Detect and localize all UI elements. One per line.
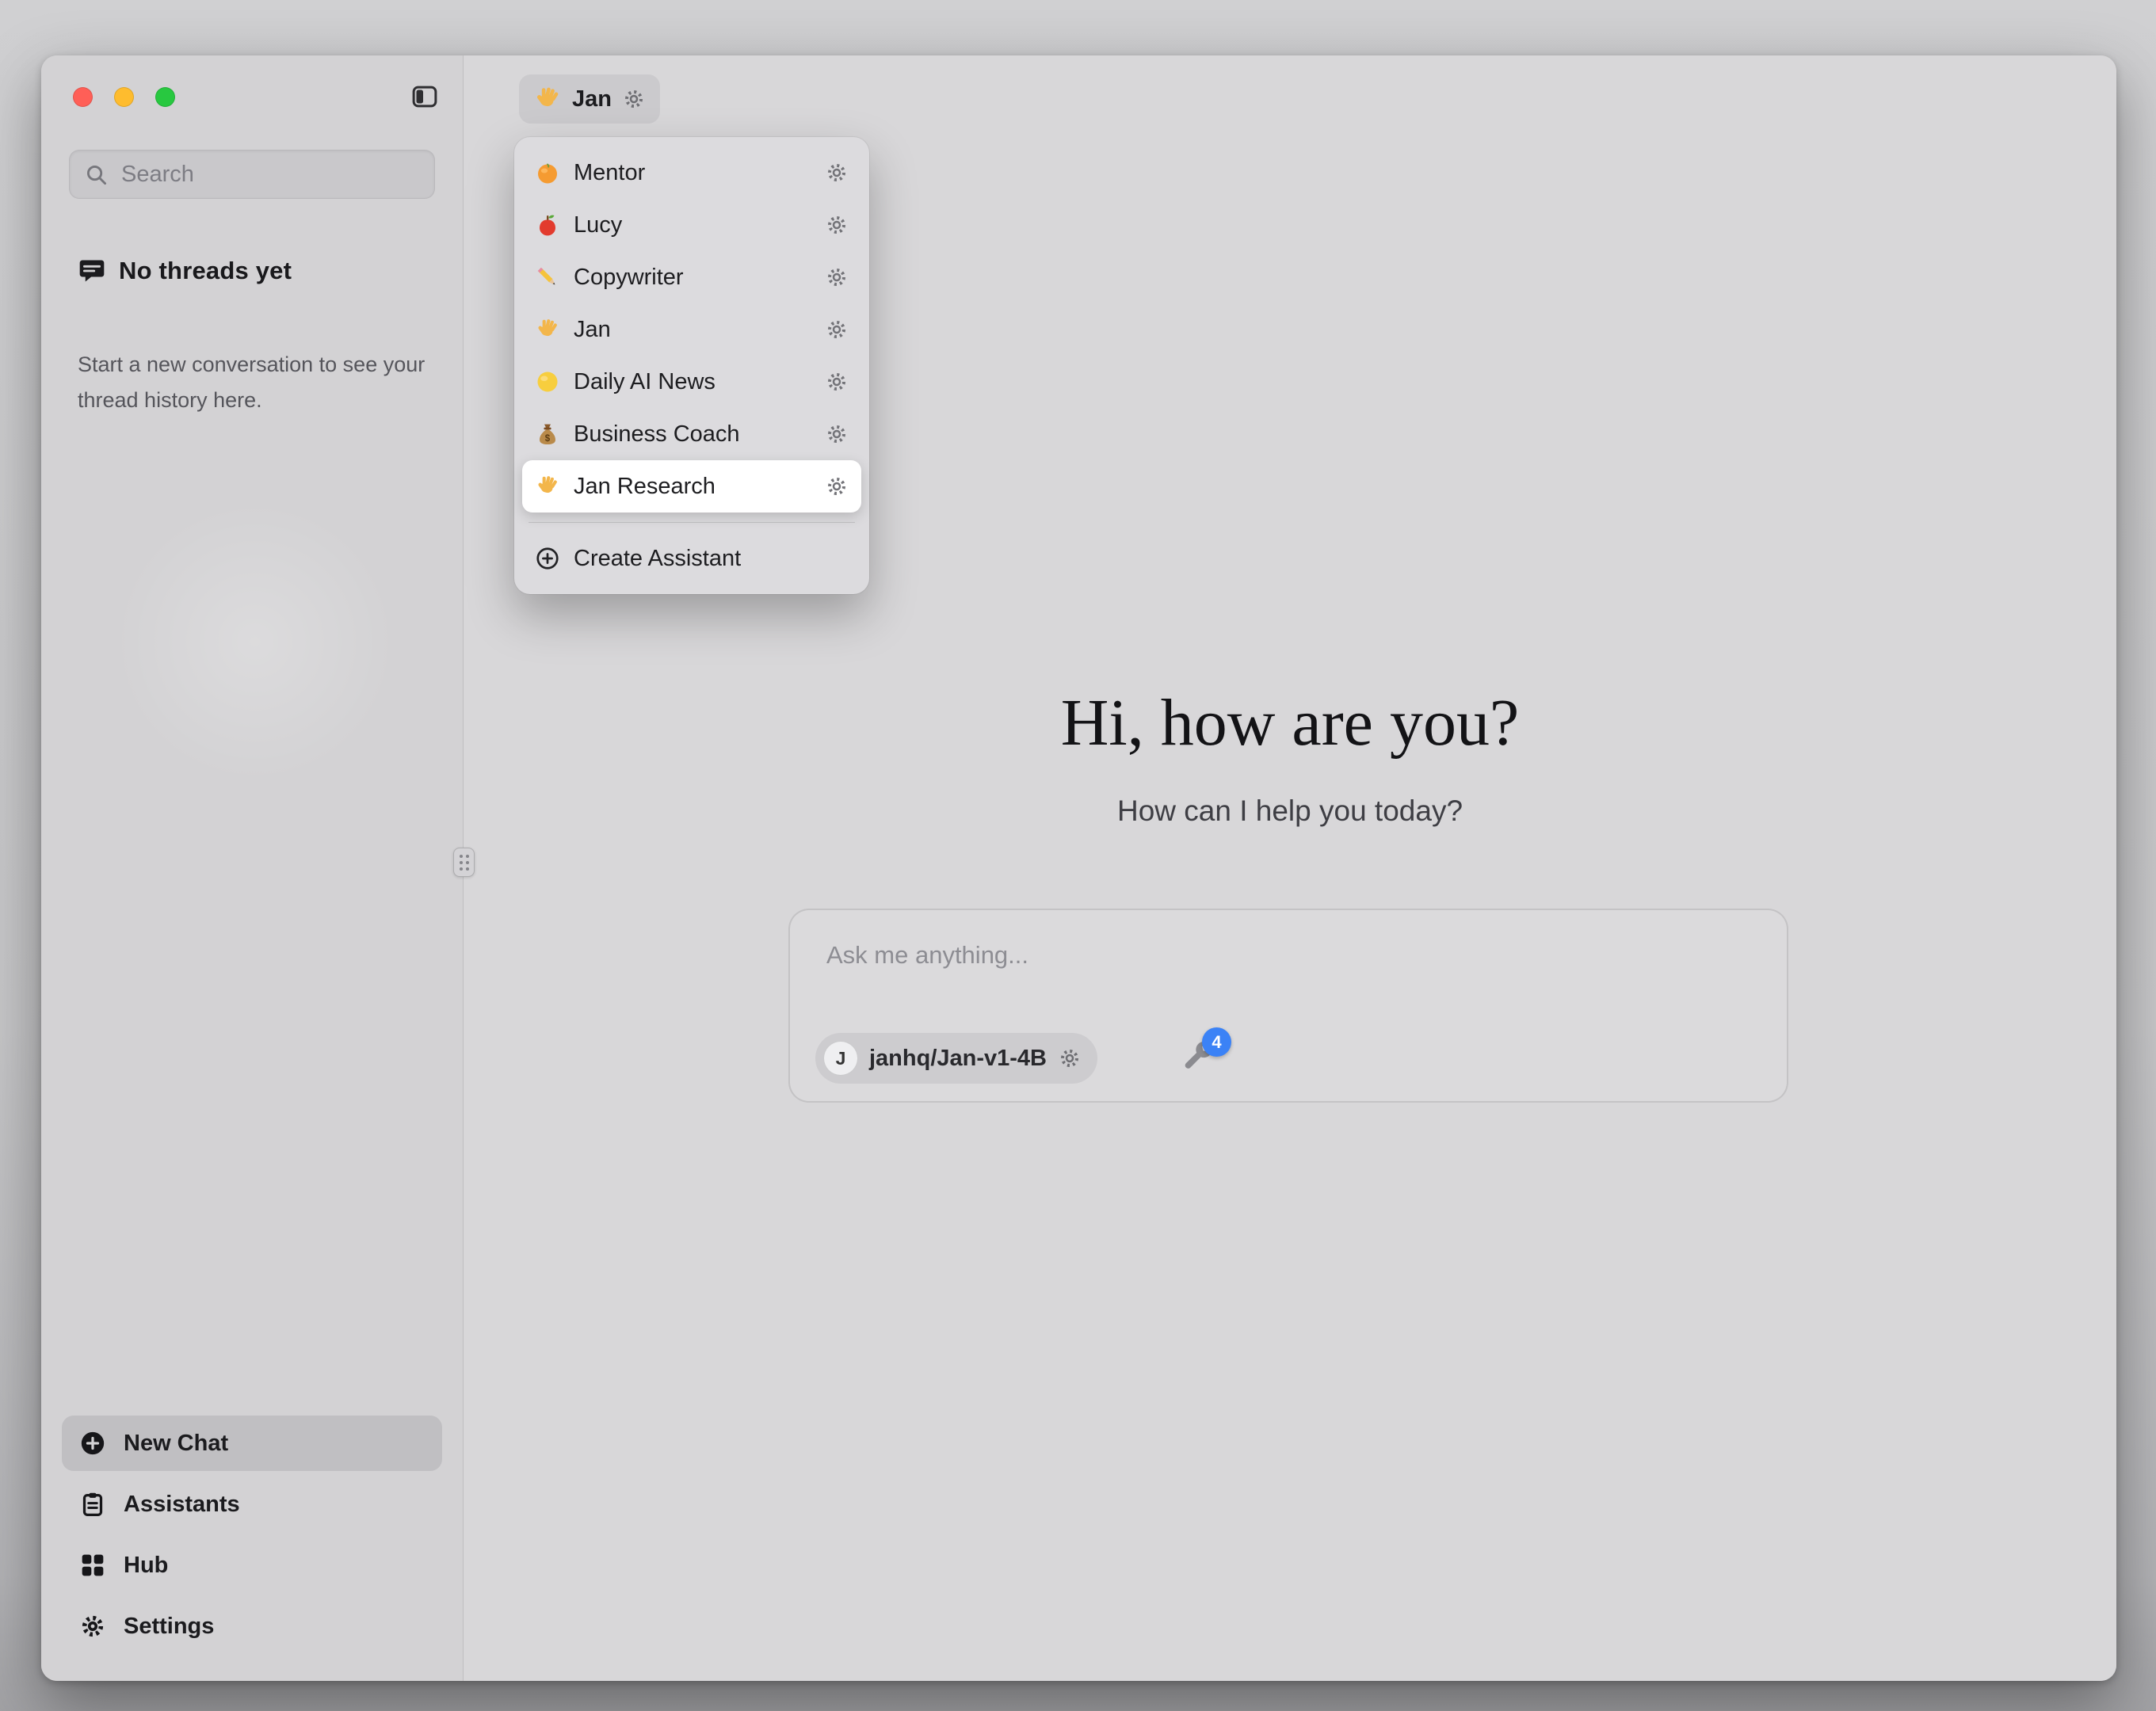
sidebar-toggle-icon [409,83,441,110]
plus-circle-outline-icon [535,546,560,571]
menu-item-label: Business Coach [574,421,811,448]
tools-count-badge: 4 [1202,1027,1231,1057]
menu-item-label: Daily AI News [574,369,811,395]
app-window: No threads yet Start a new conversation … [41,55,2116,1681]
orange-circle-icon [535,160,560,185]
hub-grid-icon [79,1552,106,1579]
empty-threads-title: No threads yet [119,257,292,285]
close-window-button[interactable] [73,87,93,107]
gear-icon[interactable] [825,318,849,341]
chat-composer[interactable]: J janhq/Jan-v1-4B 4 [788,909,1788,1103]
search-icon [84,162,109,187]
red-apple-icon [535,212,560,238]
model-selector-button[interactable]: J janhq/Jan-v1-4B [815,1033,1097,1084]
menu-item-label: Jan [574,317,811,343]
menu-item-label: Copywriter [574,265,811,291]
money-bag-icon [535,421,560,447]
greeting: Hi, how are you? How can I help you toda… [464,688,2116,828]
grip-dots-icon [460,855,469,871]
create-assistant-label: Create Assistant [574,546,741,572]
sidebar-resize-handle[interactable] [453,848,475,877]
window-controls [73,87,175,107]
menu-item-business-coach[interactable]: Business Coach [522,408,861,460]
greeting-title: Hi, how are you? [464,688,2116,759]
current-assistant-name: Jan [572,86,612,112]
wave-hand-icon [535,317,560,342]
wave-hand-icon [535,474,560,499]
menu-divider [529,522,855,523]
gear-icon [79,1613,106,1640]
sidebar-toggle-button[interactable] [407,82,442,112]
plus-circle-icon [79,1430,106,1457]
assistants-clipboard-icon [79,1491,106,1518]
search-box[interactable] [69,150,435,199]
chat-input[interactable] [825,939,1696,972]
menu-item-copywriter[interactable]: Copywriter [522,251,861,303]
gear-icon[interactable] [825,370,849,394]
sidebar-nav: New Chat Assistants Hub Settings [62,1410,442,1654]
yellow-circle-icon [535,369,560,394]
gear-icon[interactable] [825,474,849,498]
gear-icon[interactable] [1058,1046,1082,1070]
gear-icon [622,87,646,111]
menu-item-label: Jan Research [574,474,811,500]
sidebar: No threads yet Start a new conversation … [41,55,464,1681]
main-panel: Jan Mentor Lucy Copywriter Jan [464,55,2116,1681]
sidebar-item-label: Hub [124,1553,168,1579]
zoom-window-button[interactable] [155,87,175,107]
empty-threads-subtitle: Start a new conversation to see your thr… [78,347,426,418]
sidebar-item-settings[interactable]: Settings [62,1599,442,1654]
wave-hand-icon [533,85,562,113]
model-avatar: J [823,1041,858,1076]
pencil-icon [535,265,560,290]
sidebar-item-assistants[interactable]: Assistants [62,1477,442,1532]
greeting-subtitle: How can I help you today? [464,795,2116,828]
gear-icon[interactable] [825,213,849,237]
sidebar-item-label: New Chat [124,1431,228,1457]
empty-threads-header: No threads yet [78,257,292,285]
gear-icon[interactable] [825,265,849,289]
search-input[interactable] [120,161,422,189]
sidebar-item-label: Settings [124,1614,214,1640]
menu-item-label: Mentor [574,160,811,186]
gear-icon[interactable] [825,422,849,446]
sidebar-item-new-chat[interactable]: New Chat [62,1416,442,1471]
create-assistant-button[interactable]: Create Assistant [522,532,861,585]
menu-item-daily-ai-news[interactable]: Daily AI News [522,356,861,408]
chat-bubble-icon [78,257,106,285]
menu-item-mentor[interactable]: Mentor [522,147,861,199]
assistant-menu: Mentor Lucy Copywriter Jan Daily AI News [514,137,869,594]
gear-icon[interactable] [825,161,849,185]
assistant-selector-button[interactable]: Jan [519,74,660,124]
menu-item-label: Lucy [574,212,811,238]
model-name: janhq/Jan-v1-4B [869,1046,1047,1072]
menu-item-jan[interactable]: Jan [522,303,861,356]
minimize-window-button[interactable] [114,87,134,107]
sidebar-item-label: Assistants [124,1492,240,1518]
menu-item-lucy[interactable]: Lucy [522,199,861,251]
sidebar-item-hub[interactable]: Hub [62,1538,442,1593]
menu-item-jan-research[interactable]: Jan Research [522,460,861,513]
